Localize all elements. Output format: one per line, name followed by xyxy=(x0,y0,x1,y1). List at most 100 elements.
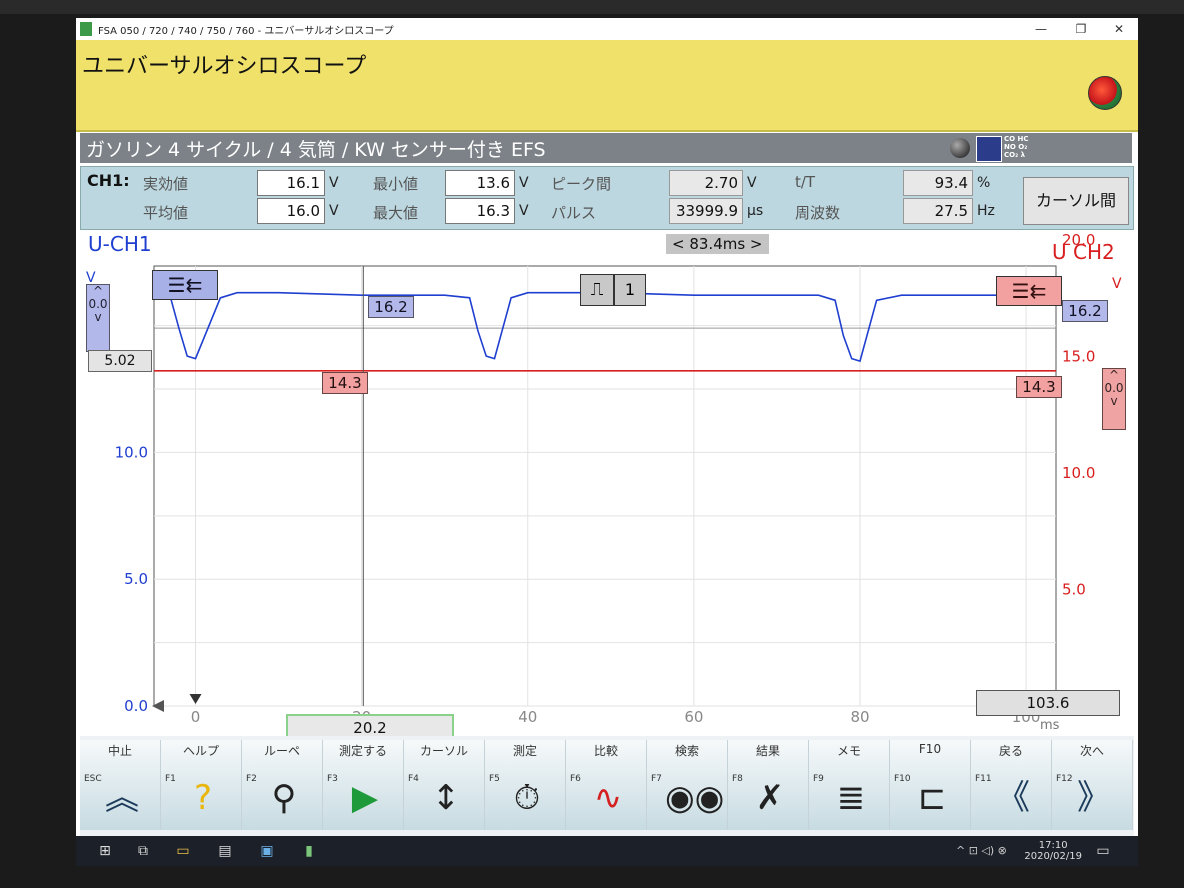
ch2-ytick-label: 15.0 xyxy=(1062,348,1095,366)
min-value: 13.6 xyxy=(445,170,515,196)
ch1-offset-control[interactable]: ^ 0.0 v xyxy=(86,284,110,352)
fkey-shortcut: F8 xyxy=(732,774,743,784)
chevron-up-icon: ︽ xyxy=(105,778,139,818)
notification-icon[interactable]: ▭ xyxy=(1092,840,1114,862)
gas-analyzer-label: CO HC NO O₂ CO₂ λ xyxy=(1004,135,1029,159)
peak-to-peak-label: ピーク間 xyxy=(551,175,612,193)
app-banner: ユニバーサルオシロスコープ xyxy=(76,40,1138,132)
fkey-label: カーソル xyxy=(419,744,468,758)
right-x-value: 103.6 xyxy=(976,690,1120,716)
task-view-icon[interactable]: ⧉ xyxy=(132,840,154,862)
fkey-label: 中止 xyxy=(107,744,132,758)
fkey-shortcut: F3 xyxy=(327,774,338,784)
app-screen: FSA 050 / 720 / 740 / 750 / 760 - ユニバーサル… xyxy=(76,18,1138,866)
ch2-offset-control[interactable]: ^ 0.0 v xyxy=(1102,368,1126,430)
fkey-f11[interactable]: 戻る F11 《 xyxy=(971,740,1052,830)
minimize-button[interactable]: — xyxy=(1026,18,1056,40)
close-button[interactable]: ✕ xyxy=(1104,18,1134,40)
fkey-f3[interactable]: 測定する F3 ▶ xyxy=(323,740,404,830)
oscilloscope-area[interactable]: 10.05.00.0 20.015.010.05.0 020406080100 … xyxy=(80,230,1132,750)
cursor-between-button[interactable]: カーソル間 xyxy=(1023,177,1129,225)
fkey-label: 比較 xyxy=(593,744,618,758)
ch2-unit: V xyxy=(1112,276,1122,292)
compare-icon: ∿ xyxy=(593,778,623,818)
pulse-unit: µs xyxy=(747,203,764,219)
avg-label: 平均値 xyxy=(143,204,189,222)
windows-taskbar: ⊞ ⧉ ▭ ▤ ▣ ▮ ^ ⊡ ◁) ⊗ 17:10 2020/02/19 ▭ xyxy=(76,836,1138,866)
fkey-label: 次へ xyxy=(1079,744,1104,758)
restore-button[interactable]: ❐ xyxy=(1066,18,1096,40)
plot-frame xyxy=(153,265,1057,707)
frequency-value: 27.5 xyxy=(903,198,973,224)
ch1-ytick-label: 10.0 xyxy=(115,443,148,461)
fkey-shortcut: F7 xyxy=(651,774,662,784)
right-ch2-value: 14.3 xyxy=(1016,376,1062,398)
fkey-f9[interactable]: メモ F9 ≣ xyxy=(809,740,890,830)
fsa-app-icon[interactable]: ▮ xyxy=(298,840,320,862)
result-icon: ✗ xyxy=(755,778,785,818)
max-label: 最大値 xyxy=(373,204,419,222)
vehicle-title: ガソリン 4 サイクル / 4 気筒 / KW センサー付き EFS xyxy=(86,139,546,161)
car-app-icon[interactable]: ▣ xyxy=(256,840,278,862)
channel-label: CH1: xyxy=(87,171,130,190)
fkey-f1[interactable]: ヘルプ F1? xyxy=(161,740,242,830)
duty-unit: % xyxy=(977,175,991,191)
measure-icon: ⏱ xyxy=(513,778,541,818)
xtick-label: 0 xyxy=(191,708,201,726)
trigger-edge-icon[interactable]: ⎍ xyxy=(580,274,614,306)
measurement-panel: CH1: 実効値 16.1 V 平均値 16.0 V 最小値 13.6 V 最大… xyxy=(80,166,1134,230)
fkey-esc[interactable]: 中止 ESC ︽ xyxy=(80,740,161,830)
fkey-f7[interactable]: 検索 F7 ◉◉ xyxy=(647,740,728,830)
right-ch1-value: 16.2 xyxy=(1062,300,1108,322)
fkey-label: 測定 xyxy=(512,744,537,758)
clock-date: 2020/02/19 xyxy=(1024,851,1082,862)
car-icon[interactable] xyxy=(976,136,1002,162)
frequency-label: 周波数 xyxy=(795,204,841,222)
fkey-label: 戻る xyxy=(998,744,1023,758)
min-label: 最小値 xyxy=(373,175,419,193)
fkey-label: F10 xyxy=(918,742,942,756)
cursor-icon: ↕ xyxy=(431,778,461,818)
fkey-f12[interactable]: 次へ F12 》 xyxy=(1052,740,1133,830)
time-span-label: < 83.4ms > xyxy=(666,234,769,254)
fkey-label: 結果 xyxy=(755,744,780,758)
fkey-label: ヘルプ xyxy=(182,744,219,758)
avg-unit: V xyxy=(329,203,339,219)
ch1-label: U-CH1 xyxy=(88,232,152,256)
peak-to-peak-unit: V xyxy=(747,175,757,191)
bosch-logo-icon xyxy=(1088,76,1122,110)
peak-to-peak-value: 2.70 xyxy=(669,170,743,196)
cursor-ch1-value: 16.2 xyxy=(368,296,414,318)
windows-start-icon[interactable]: ⊞ xyxy=(94,840,116,862)
ch1-ytick-label: 0.0 xyxy=(124,697,148,715)
clock[interactable]: 17:10 2020/02/19 xyxy=(1024,840,1082,862)
help-icon: ? xyxy=(193,778,213,818)
ch2-scale-marker-icon[interactable]: ☰⇇ xyxy=(996,276,1062,306)
frequency-unit: Hz xyxy=(977,203,995,219)
app-window-icon[interactable]: ▤ xyxy=(214,840,236,862)
xtick-label: 80 xyxy=(850,708,869,726)
fkey-f10[interactable]: F10 F10 ⊏ xyxy=(890,740,971,830)
duty-value: 93.4 xyxy=(903,170,973,196)
ch1-scale-marker-icon[interactable]: ☰⇇ xyxy=(152,270,218,300)
fkey-shortcut: F9 xyxy=(813,774,824,784)
fkey-shortcut: F6 xyxy=(570,774,581,784)
ch2-ytick-label: 10.0 xyxy=(1062,464,1095,482)
app-icon xyxy=(80,22,92,36)
fkey-f5[interactable]: 測定 F5 ⏱ xyxy=(485,740,566,830)
duty-label: t/T xyxy=(795,173,816,191)
ch1-level-value[interactable]: 5.02 xyxy=(88,350,152,372)
fkey-f2[interactable]: ルーペ F2 ⚲ xyxy=(242,740,323,830)
fkey-label: 測定する xyxy=(338,744,387,758)
fkey-f8[interactable]: 結果 F8 ✗ xyxy=(728,740,809,830)
rms-label: 実効値 xyxy=(143,175,189,193)
window-titlebar: FSA 050 / 720 / 740 / 750 / 760 - ユニバーサル… xyxy=(76,18,1138,41)
folder-icon[interactable]: ▭ xyxy=(172,840,194,862)
system-tray[interactable]: ^ ⊡ ◁) ⊗ xyxy=(956,844,1007,857)
fkey-f6[interactable]: 比較 F6 ∿ xyxy=(566,740,647,830)
rms-unit: V xyxy=(329,175,339,191)
trigger-channel-number[interactable]: 1 xyxy=(614,274,646,306)
max-unit: V xyxy=(519,203,529,219)
fkey-f4[interactable]: カーソル F4 ↕ xyxy=(404,740,485,830)
next-icon: 》 xyxy=(1077,778,1111,818)
